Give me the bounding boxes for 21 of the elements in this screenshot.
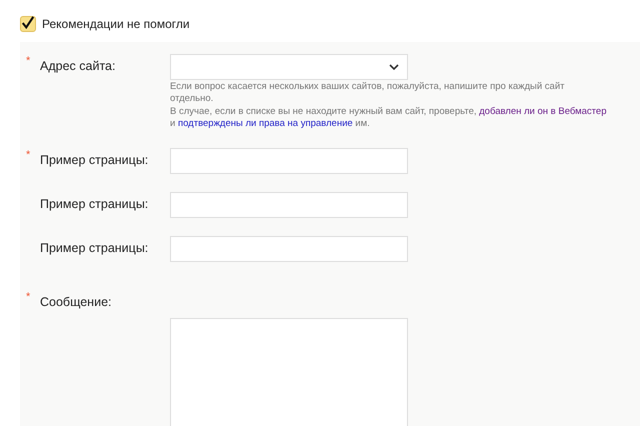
required-mark: * bbox=[26, 55, 30, 67]
help-link[interactable]: добавлен ли он в Вебмастер bbox=[479, 106, 606, 117]
field-label: Пример страницы: bbox=[40, 197, 148, 212]
field-label: Пример страницы: bbox=[40, 241, 148, 256]
page-input[interactable] bbox=[170, 236, 408, 262]
chevron-down-icon bbox=[389, 64, 399, 70]
page-input[interactable] bbox=[170, 148, 408, 174]
checkbox[interactable] bbox=[20, 16, 36, 32]
checkbox-label: Рекомендации не помогли bbox=[42, 17, 190, 31]
field-label: Адрес сайта: bbox=[40, 59, 116, 73]
checkmark-icon bbox=[21, 15, 35, 31]
help-link[interactable]: подтверждены ли права на управление bbox=[178, 118, 353, 130]
required-mark: * bbox=[26, 149, 30, 162]
hint-text: В случае, если в списке вы не находите нужный вам сайт, проверьте, добавлен ли он в Вебмастер и подтверждены ли права на управление им. bbox=[170, 106, 608, 130]
field-label: Сообщение: bbox=[40, 295, 112, 310]
required-mark: * bbox=[26, 291, 30, 304]
page-input[interactable] bbox=[170, 192, 408, 218]
site-select[interactable] bbox=[170, 54, 408, 80]
hint-text: Если вопрос касается нескольких ваших сайтов, пожалуйста, напишите про каждый сайт отдельно. bbox=[170, 81, 566, 106]
field-label: Пример страницы: bbox=[40, 153, 148, 168]
message-textarea[interactable] bbox=[170, 318, 408, 426]
